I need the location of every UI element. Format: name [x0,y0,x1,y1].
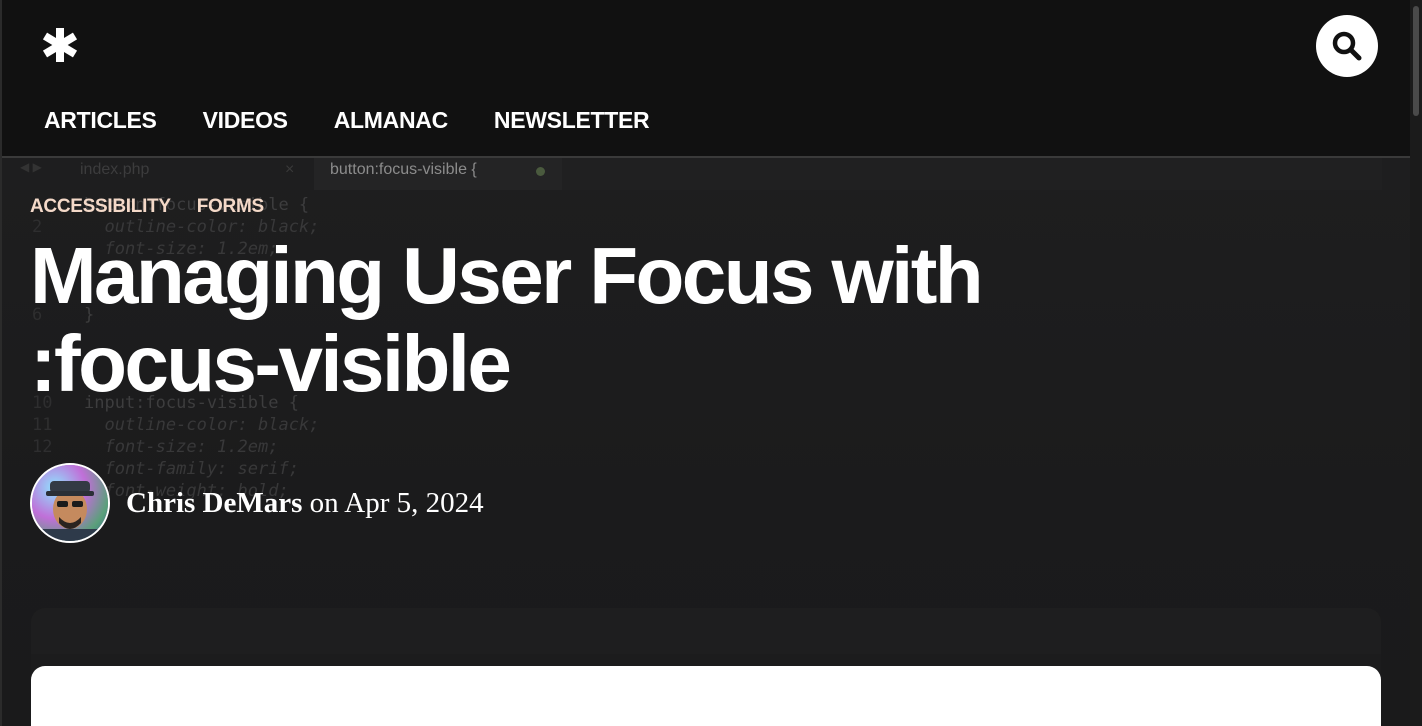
editor-tab-strip [562,158,1382,190]
code-line: 11 outline-color: black; [32,415,320,435]
editor-tab-index: index.php [80,161,150,178]
author-name[interactable]: Chris DeMars [126,487,302,519]
article-byline: Chris DeMars on Apr 5, 2024 [30,463,484,543]
search-button[interactable] [1316,15,1378,77]
asterisk-logo-icon[interactable] [38,22,82,68]
article-title: Managing User Focus with :focus-visible [30,231,984,408]
page: ◀ ▶ index.php × button:focus-visible { b… [0,0,1410,726]
tag-forms[interactable]: FORMS [197,194,264,220]
author-avatar[interactable] [30,463,110,543]
editor-tab-active-label: button:focus-visible { [330,161,477,178]
byline-text: Chris DeMars on Apr 5, 2024 [126,487,484,520]
nav-almanac[interactable]: ALMANAC [334,104,448,136]
editor-tab-active: button:focus-visible { [314,158,562,190]
nav-newsletter[interactable]: NEWSLETTER [494,104,650,136]
unsaved-dot-icon [536,167,545,176]
article-tags: ACCESSIBILITY FORMS [30,194,264,220]
scrollbar[interactable] [1410,0,1422,726]
editor-tab-bar: ◀ ▶ index.php × button:focus-visible { [2,158,1410,190]
publish-date: Apr 5, 2024 [344,486,484,519]
close-icon: × [285,161,295,178]
search-icon [1332,31,1362,61]
site-header: ARTICLES VIDEOS ALMANAC NEWSLETTER [2,0,1410,158]
tag-accessibility[interactable]: ACCESSIBILITY [30,194,171,220]
main-nav: ARTICLES VIDEOS ALMANAC NEWSLETTER [44,104,650,136]
content-placeholder-top [31,608,1381,654]
date-prefix: on [309,486,339,519]
article-body-card [31,666,1381,726]
scrollbar-thumb[interactable] [1413,6,1419,116]
nav-videos[interactable]: VIDEOS [203,104,288,136]
code-line: 12 font-size: 1.2em; [32,437,279,457]
tab-arrows-icon: ◀ ▶ [20,160,42,174]
nav-articles[interactable]: ARTICLES [44,104,157,136]
